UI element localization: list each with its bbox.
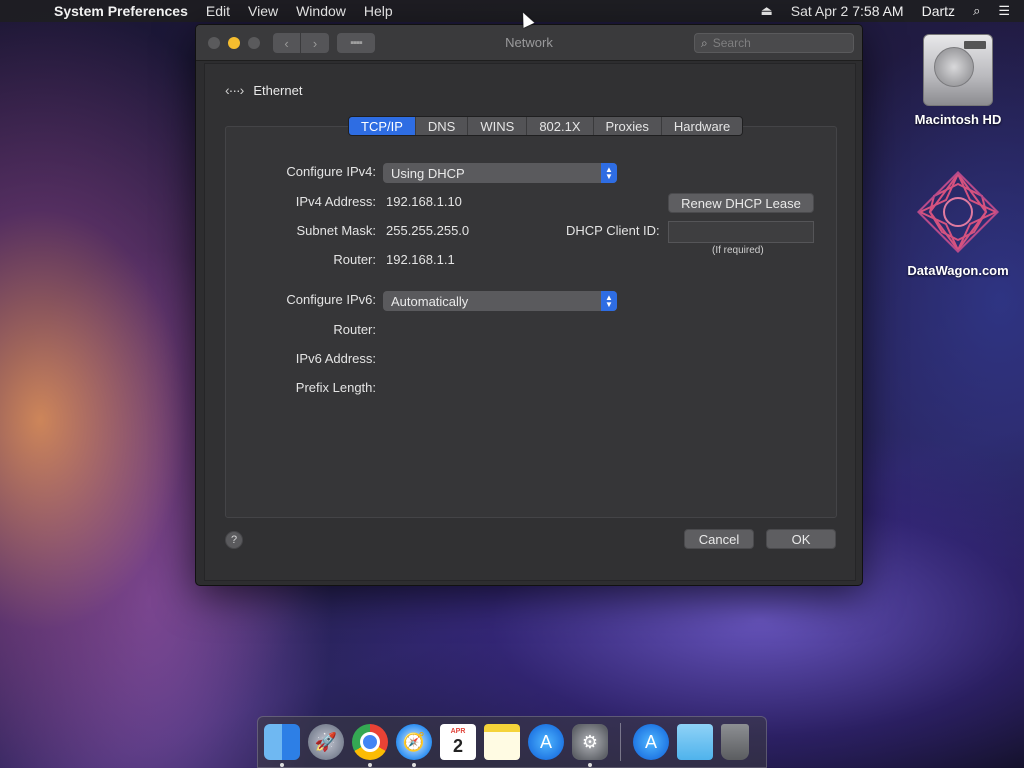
desktop-icon-datawagon[interactable]: DataWagon.com [903,170,1013,278]
network-window: ‹ › ▪▪▪▪ Network ⌕ Search ‹···› Ethernet… [195,24,863,586]
chrome-icon[interactable] [352,724,388,767]
search-placeholder: Search [712,36,751,50]
tab-tcpip[interactable]: TCP/IP [349,117,416,135]
search-field[interactable]: ⌕ Search [694,33,854,53]
cancel-button[interactable]: Cancel [684,529,754,549]
calendar-day: 2 [452,735,463,756]
dhcp-client-id-label: DHCP Client ID: [566,223,660,238]
ipv4-address-label: IPv4 Address: [295,194,376,209]
renew-dhcp-lease-button[interactable]: Renew DHCP Lease [668,193,814,213]
eject-icon[interactable]: ⏏ [760,3,772,19]
tab-wins[interactable]: WINS [468,117,528,135]
finder-icon[interactable] [264,724,300,767]
interface-header: ‹···› Ethernet [225,82,302,98]
popup-arrows-icon: ▲ ▼ [601,291,617,311]
tab-8021x[interactable]: 802.1X [527,117,594,135]
system-preferences-icon[interactable]: ⚙ [572,724,608,767]
title-bar: ‹ › ▪▪▪▪ Network ⌕ Search [196,25,862,61]
dhcp-client-id-field[interactable] [668,221,814,243]
calendar-month: APR [450,727,466,735]
menu-view[interactable]: View [248,3,278,19]
menu-window[interactable]: Window [296,3,346,19]
configure-ipv6-value: Automatically [391,293,469,309]
client-id-hint: (If required) [712,245,764,256]
configure-ipv6-label: Configure IPv6: [286,292,376,307]
configure-ipv4-popup[interactable]: Using DHCP ▲ ▼ [383,163,617,183]
router-value: 192.168.1.1 [386,252,455,267]
menu-edit[interactable]: Edit [206,3,230,19]
configure-ipv4-value: Using DHCP [391,165,465,181]
router-label: Router: [333,252,376,267]
launchpad-icon[interactable]: 🚀 [308,724,344,760]
trash-icon[interactable] [721,724,749,760]
menu-bar: System Preferences Edit View Window Help… [0,0,1024,22]
tab-proxies[interactable]: Proxies [593,117,662,135]
ok-button[interactable]: OK [766,529,836,549]
popup-arrows-icon: ▲ ▼ [601,163,617,183]
interface-name: Ethernet [253,82,303,98]
tab-dns[interactable]: DNS [415,117,469,135]
ipv6-router-label: Router: [333,322,376,337]
datawagon-logo-icon [916,170,1000,254]
tab-hardware[interactable]: Hardware [661,117,743,135]
ipv4-address-value: 192.168.1.10 [386,194,462,209]
hard-drive-icon [923,34,993,106]
app-store-downloads-icon[interactable]: A [633,724,669,760]
desktop-icon-macintosh-hd[interactable]: Macintosh HD [903,34,1013,127]
downloads-folder-icon[interactable] [677,724,713,760]
desktop-icon-label: Macintosh HD [914,112,1002,127]
subnet-mask-value: 255.255.255.0 [386,223,470,238]
safari-icon[interactable]: 🧭 [396,724,432,767]
app-store-icon[interactable]: A [528,724,564,760]
content-area: ‹···› Ethernet TCP/IP DNS WINS 802.1X Pr… [204,63,856,581]
configure-ipv4-label: Configure IPv4: [286,164,376,179]
prefix-length-label: Prefix Length: [295,380,376,395]
notification-center-icon[interactable]: ☰ [998,3,1010,19]
user-menu[interactable]: Dartz [922,3,955,19]
tcpip-pane: Configure IPv4: Using DHCP ▲ ▼ IPv4 Addre… [225,126,837,518]
subnet-mask-label: Subnet Mask: [296,223,377,238]
spotlight-search-icon[interactable]: ⌕ [973,3,980,19]
configure-ipv6-popup[interactable]: Automatically ▲ ▼ [383,291,617,311]
ipv6-address-label: IPv6 Address: [295,351,376,366]
desktop-icon-label: DataWagon.com [907,263,1009,278]
search-icon: ⌕ [701,35,708,50]
clock[interactable]: Sat Apr 2 7:58 AM [791,3,904,19]
notes-icon[interactable] [484,724,520,760]
dock: 🚀 🧭 APR 2 A ⚙ A [257,716,767,768]
ethernet-icon: ‹···› [225,82,244,98]
menu-help[interactable]: Help [364,3,393,19]
calendar-icon[interactable]: APR 2 [440,724,476,760]
tab-bar: TCP/IP DNS WINS 802.1X Proxies Hardware [348,116,744,136]
app-menu[interactable]: System Preferences [54,3,188,19]
dock-separator [620,723,621,761]
help-button[interactable]: ? [225,531,243,549]
